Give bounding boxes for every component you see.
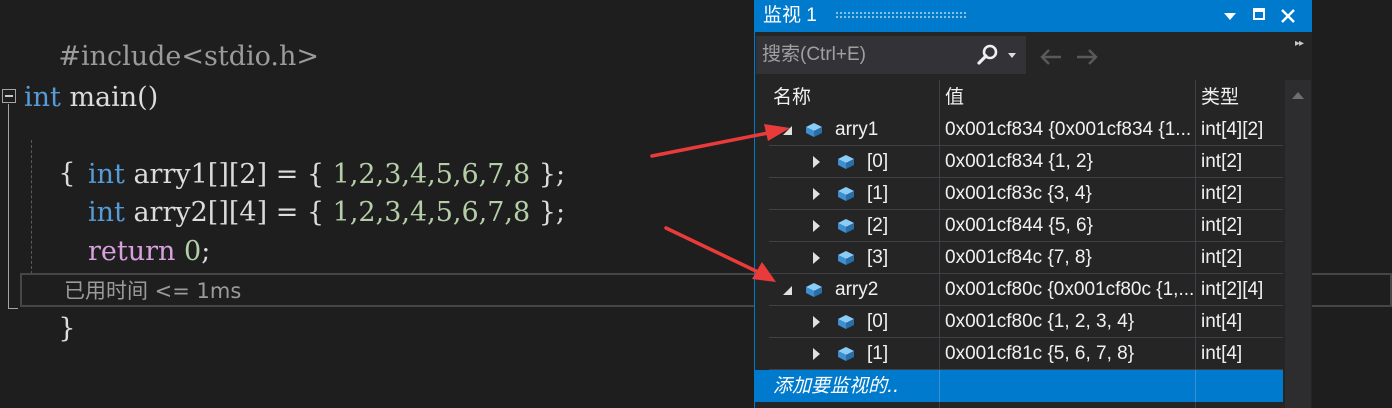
watch-type: int[2] [1201, 215, 1243, 236]
statement-end: }; [530, 159, 566, 190]
watch-grid: 名称 值 类型 arry1 0x001cf834 {0x001cf834 {1..… [755, 80, 1283, 408]
collapse-arrow-icon[interactable] [783, 286, 792, 295]
function-signature: main() [60, 82, 159, 113]
add-watch-placeholder[interactable]: 添加要监视的.. [773, 370, 899, 402]
keyword-return: return [88, 236, 176, 267]
variable-cube-icon [838, 155, 854, 169]
watch-name[interactable]: [0] [867, 146, 888, 178]
search-input[interactable] [762, 36, 962, 74]
watch-name[interactable]: arry2 [835, 274, 878, 306]
initializer-values: 1,2,3,4,5,6,7,8 [332, 159, 531, 190]
overflow-chevron-icon[interactable]: ▸▸ [1295, 38, 1304, 49]
vertical-scrollbar[interactable] [1285, 80, 1311, 408]
watch-row[interactable]: arry2 0x001cf80c {0x001cf80c {1,... int[2]… [755, 274, 1283, 306]
watch-value[interactable]: 0x001cf80c {0x001cf80c {1,... [945, 274, 1195, 306]
add-watch-row[interactable]: 添加要监视的.. [755, 370, 1283, 402]
search-back-arrow-icon[interactable] [1037, 43, 1065, 71]
collapse-outline-icon[interactable] [2, 89, 16, 103]
code-line-main: int main() [24, 79, 158, 117]
declaration: arry2[][4] = { [124, 197, 333, 228]
variable-cube-icon [838, 251, 854, 265]
keyword-int: int [88, 159, 125, 190]
watch-value[interactable]: 0x001cf844 {5, 6} [945, 210, 1195, 242]
statement-end: ; [201, 236, 211, 267]
scroll-up-icon[interactable] [1292, 92, 1304, 99]
perf-tip[interactable]: 已用时间 <= 1ms [64, 276, 241, 306]
expand-arrow-icon[interactable] [813, 156, 820, 168]
watch-name[interactable]: [1] [867, 178, 888, 210]
watch-value[interactable]: 0x001cf834 {1, 2} [945, 146, 1195, 178]
column-header-value[interactable]: 值 [945, 80, 964, 114]
code-line-arry1: int arry1[][2] = { 1,2,3,4,5,6,7,8 }; [88, 156, 565, 194]
return-value: 0 [184, 236, 202, 267]
close-brace: } [58, 313, 76, 344]
watch-child-row[interactable]: [1] 0x001cf81c {5, 6, 7, 8} int[4] [755, 338, 1283, 370]
variable-cube-icon [838, 219, 854, 233]
variable-cube-icon [806, 123, 822, 137]
watch-type: int[4] [1201, 311, 1243, 332]
watch-type: int[4] [1201, 343, 1243, 364]
variable-cube-icon [806, 283, 822, 297]
watch-value[interactable]: 0x001cf80c {1, 2, 3, 4} [945, 306, 1195, 338]
column-separator [1195, 370, 1196, 402]
close-icon[interactable] [1275, 0, 1301, 32]
variable-cube-icon [838, 347, 854, 361]
column-header-type[interactable]: 类型 [1201, 80, 1239, 114]
expand-arrow-icon[interactable] [813, 220, 820, 232]
search-options-dropdown-icon[interactable] [1008, 53, 1016, 58]
search-icon[interactable] [976, 43, 1000, 67]
column-header-name[interactable]: 名称 [773, 80, 811, 114]
variable-cube-icon [838, 187, 854, 201]
code-line-open-brace: { [24, 117, 75, 189]
watch-name[interactable]: arry1 [835, 114, 878, 146]
expand-arrow-icon[interactable] [813, 316, 820, 328]
watch-child-row[interactable]: [2] 0x001cf844 {5, 6} int[2] [755, 210, 1283, 242]
variable-cube-icon [838, 315, 854, 329]
collapse-arrow-icon[interactable] [783, 126, 792, 135]
preprocessor-directive: #include<stdio.h> [58, 41, 320, 72]
watch-child-row[interactable]: [1] 0x001cf83c {3, 4} int[2] [755, 178, 1283, 210]
keyword-int: int [88, 197, 125, 228]
keyword-int: int [24, 82, 61, 113]
watch-value[interactable]: 0x001cf834 {0x001cf834 {1... [945, 114, 1195, 146]
watch-type: int[4][2] [1201, 119, 1264, 140]
watch-row[interactable]: arry1 0x001cf834 {0x001cf834 {1... int[4][… [755, 114, 1283, 146]
watch-window[interactable]: 监视 1 ▸▸ 名称 值 类型 arry1 0x001cf834 {0x001cf… [754, 0, 1312, 408]
code-line-arry2: int arry2[][4] = { 1,2,3,4,5,6,7,8 }; [88, 194, 565, 232]
search-forward-arrow-icon[interactable] [1073, 43, 1101, 71]
initializer-values: 1,2,3,4,5,6,7,8 [332, 197, 531, 228]
watch-search-box[interactable] [756, 36, 1026, 74]
watch-name[interactable]: [1] [867, 338, 888, 370]
watch-name[interactable]: [3] [867, 242, 888, 274]
expand-arrow-icon[interactable] [813, 188, 820, 200]
watch-type: int[2][4] [1201, 279, 1264, 300]
watch-value[interactable]: 0x001cf81c {5, 6, 7, 8} [945, 338, 1195, 370]
watch-name[interactable]: [2] [867, 210, 888, 242]
window-position-dropdown-icon[interactable] [1217, 0, 1243, 32]
open-brace: { [58, 158, 76, 189]
maximize-icon[interactable] [1247, 0, 1273, 32]
watch-value[interactable]: 0x001cf84c {7, 8} [945, 242, 1195, 274]
expand-arrow-icon[interactable] [813, 252, 820, 264]
column-separator [939, 370, 940, 402]
watch-title-bar[interactable]: 监视 1 [755, 0, 1312, 32]
code-line-return: return 0; [88, 233, 210, 271]
statement-end: }; [530, 197, 566, 228]
watch-type: int[2] [1201, 151, 1243, 172]
code-line-include: #include<stdio.h> [24, 0, 319, 72]
watch-child-row[interactable]: [0] 0x001cf834 {1, 2} int[2] [755, 146, 1283, 178]
outline-guide-end [8, 308, 18, 309]
watch-value[interactable]: 0x001cf83c {3, 4} [945, 178, 1195, 210]
expand-arrow-icon[interactable] [813, 348, 820, 360]
watch-child-row[interactable]: [0] 0x001cf80c {1, 2, 3, 4} int[4] [755, 306, 1283, 338]
watch-title: 监视 1 [763, 5, 817, 26]
outline-guide [8, 104, 9, 309]
drag-grip[interactable] [835, 11, 967, 20]
declaration: arry1[][2] = { [124, 159, 333, 190]
watch-type: int[2] [1201, 183, 1243, 204]
watch-name[interactable]: [0] [867, 306, 888, 338]
watch-type: int[2] [1201, 247, 1243, 268]
watch-child-row[interactable]: [3] 0x001cf84c {7, 8} int[2] [755, 242, 1283, 274]
watch-header: 名称 值 类型 [755, 80, 1283, 114]
